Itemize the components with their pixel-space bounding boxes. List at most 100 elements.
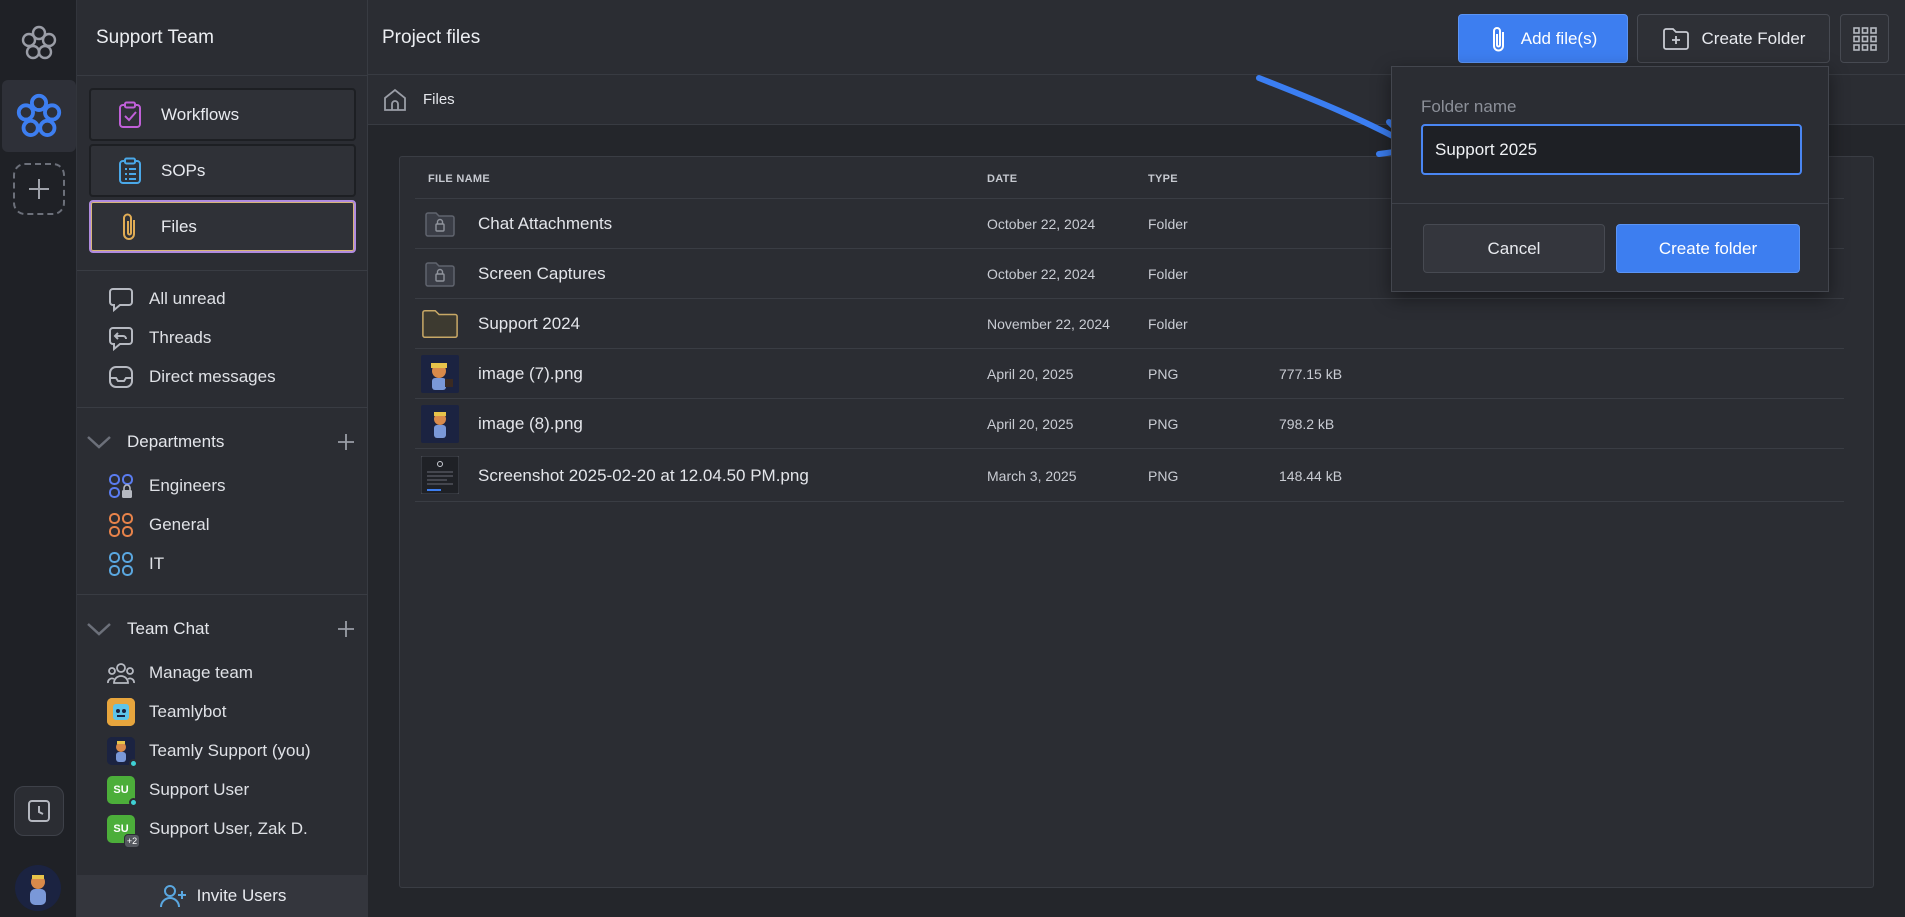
all-unread-item[interactable]: All unread [107,285,226,313]
support-user-avatar: SU [107,776,138,807]
file-name: Screenshot 2025-02-20 at 12.04.50 PM.png [478,466,809,485]
group-icon [107,550,135,578]
chat-teamly-support[interactable]: Teamly Support (you) [107,737,311,768]
file-date: October 22, 2024 [987,266,1096,282]
file-name: Support 2024 [478,314,581,333]
table-row[interactable]: image (7).png April 20, 2025 PNG 777.15 … [415,349,1844,399]
table-row[interactable]: Screenshot 2025-02-20 at 12.04.50 PM.png… [415,449,1844,502]
invite-users-label: Invite Users [196,886,287,905]
department-engineers[interactable]: Engineers [107,472,226,500]
divider [77,270,368,271]
file-size: 777.15 kB [1279,366,1343,382]
column-header-name[interactable]: FILE NAME [428,173,490,185]
file-date: November 22, 2024 [987,316,1110,332]
home-icon[interactable] [382,87,408,113]
divider [77,407,368,408]
group-icon [107,511,135,539]
create-folder-label: Create Folder [1701,28,1806,48]
paperclip-icon [115,212,145,242]
add-department-icon[interactable] [334,430,358,454]
workspace-rail [0,0,77,917]
invite-users-button[interactable]: Invite Users [77,875,368,917]
paperclip-icon [1492,26,1504,51]
inbox-icon [107,363,135,391]
folder-icon [421,305,459,343]
manage-team-label: Manage team [149,663,253,682]
department-engineers-label: Engineers [149,476,226,495]
department-it[interactable]: IT [107,550,164,578]
chat-group[interactable]: SU +2 Support User, Zak D. [107,815,308,848]
create-folder-submit-button[interactable]: Create folder [1616,224,1800,273]
nav-workflows[interactable]: Workflows [89,88,356,141]
locked-folder-icon [421,205,459,243]
online-status-dot [129,759,138,768]
grid-icon [1852,26,1877,51]
breadcrumb-files[interactable]: Files [423,91,455,108]
divider [1392,203,1828,204]
create-folder-popover: Folder name Cancel Create folder [1391,66,1829,292]
chat-support-user[interactable]: SU Support User [107,776,249,807]
nav-workflows-label: Workflows [161,104,240,124]
group-chat-avatar: SU +2 [107,815,140,848]
team-chat-section-header[interactable]: Team Chat [86,614,358,644]
direct-messages-item[interactable]: Direct messages [107,363,276,391]
cancel-button[interactable]: Cancel [1423,224,1605,273]
file-date: April 20, 2025 [987,416,1074,432]
file-date: April 20, 2025 [987,366,1074,382]
nav-files-label: Files [161,216,197,236]
add-workspace-button[interactable] [13,163,65,215]
column-header-date[interactable]: DATE [987,173,1017,185]
create-folder-button[interactable]: Create Folder [1637,14,1830,63]
folder-name-label: Folder name [1421,97,1517,116]
add-user-icon [159,885,186,908]
locked-folder-icon [421,255,459,293]
plus-icon [29,179,49,199]
file-name: image (7).png [478,364,583,383]
departments-section-header[interactable]: Departments [86,427,358,457]
add-chat-icon[interactable] [334,617,358,641]
column-header-type[interactable]: TYPE [1148,173,1178,185]
file-type: Folder [1148,316,1188,332]
table-row[interactable]: Support 2024 November 22, 2024 Folder [415,299,1844,349]
image-thumbnail [421,355,459,393]
clipboard-check-icon [115,100,145,130]
divider [77,75,368,76]
clock-icon [28,800,50,822]
chevron-down-icon [86,616,112,642]
nav-sops[interactable]: SOPs [89,144,356,197]
threads-item[interactable]: Threads [107,324,211,352]
department-it-label: IT [149,554,165,573]
page-title: Project files [382,27,481,48]
threads-icon [107,324,135,352]
add-files-button[interactable]: Add file(s) [1458,14,1628,63]
file-size: 798.2 kB [1279,416,1335,432]
team-title: Support Team [96,27,214,48]
clipboard-list-icon [115,156,145,186]
nav-files[interactable]: Files [89,200,356,253]
file-type: PNG [1148,468,1179,484]
workspace-support-team[interactable] [2,80,76,152]
threads-label: Threads [149,328,212,347]
manage-team-item[interactable]: Manage team [107,659,253,687]
department-general-label: General [149,515,210,534]
folder-name-input[interactable] [1421,124,1802,175]
teamlybot-avatar [107,698,135,726]
file-type: PNG [1148,416,1179,432]
topbar: Project files Add file(s) Create Folder [368,0,1905,75]
chat-teamlybot[interactable]: Teamlybot [107,698,226,726]
file-name: image (8).png [478,414,583,433]
people-icon [107,659,135,687]
online-status-dot [129,798,138,807]
app-logo-icon [18,22,60,64]
file-type: Folder [1148,266,1188,282]
history-button[interactable] [14,786,64,836]
departments-label: Departments [127,432,225,451]
user-avatar[interactable] [15,865,61,911]
image-thumbnail [421,405,459,443]
view-toggle-button[interactable] [1840,14,1889,63]
sidebar: Support Team Workflows SOPs Files All un… [77,0,368,917]
file-name: Chat Attachments [478,214,613,233]
department-general[interactable]: General [107,511,209,539]
table-row[interactable]: image (8).png April 20, 2025 PNG 798.2 k… [415,399,1844,449]
nav-sops-label: SOPs [161,160,206,180]
